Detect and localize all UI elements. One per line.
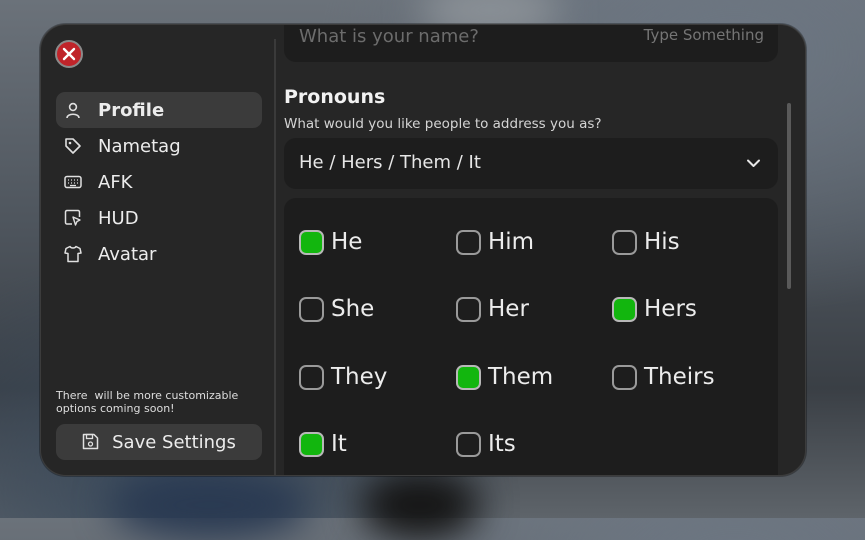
checkbox[interactable]	[456, 431, 481, 457]
pronoun-option-it[interactable]: It	[299, 431, 347, 457]
sidebar-item-nametag[interactable]: Nametag	[56, 128, 262, 164]
sidebar-item-label: Profile	[98, 99, 165, 121]
chevron-down-icon	[747, 159, 760, 167]
pronoun-option-hers[interactable]: Hers	[612, 296, 697, 322]
coming-soon-notice: There will be more customizable options …	[56, 389, 239, 415]
pronouns-subtitle: What would you like people to address yo…	[284, 116, 602, 132]
pronoun-option-label: Its	[488, 431, 516, 457]
pronouns-title: Pronouns	[284, 86, 386, 108]
content-scrollbar[interactable]	[787, 103, 791, 289]
pronoun-option-label: They	[331, 364, 388, 390]
sidebar-divider	[274, 39, 276, 475]
checkbox[interactable]	[612, 364, 637, 390]
checkbox[interactable]	[456, 364, 481, 390]
close-button[interactable]	[55, 40, 83, 68]
keyboard-icon	[64, 173, 82, 191]
sidebar-item-label: Nametag	[98, 135, 181, 157]
pronoun-option-his[interactable]: His	[612, 229, 680, 255]
sidebar-item-afk[interactable]: AFK	[56, 164, 262, 200]
pronoun-option-its[interactable]: Its	[456, 431, 516, 457]
name-row: What is your name?	[284, 25, 778, 62]
checkbox[interactable]	[299, 296, 324, 322]
sidebar-item-avatar[interactable]: Avatar	[56, 236, 262, 272]
profile-content: What is your name? Pronouns What would y…	[284, 25, 778, 475]
pronoun-options: He Him His She Her Hers They Them Theirs…	[284, 198, 778, 475]
pronoun-option-she[interactable]: She	[299, 296, 374, 322]
sidebar-item-label: HUD	[98, 207, 139, 229]
checkbox[interactable]	[456, 229, 481, 255]
pronoun-option-label: Hers	[644, 296, 697, 322]
checkbox[interactable]	[299, 229, 324, 255]
sidebar-item-hud[interactable]: HUD	[56, 200, 262, 236]
pronoun-option-label: Him	[488, 229, 535, 255]
close-icon	[62, 47, 76, 61]
sidebar-item-label: Avatar	[98, 243, 157, 265]
pronoun-option-label: Them	[488, 364, 554, 390]
cursor-window-icon	[64, 209, 82, 227]
settings-panel: Profile Nametag AFK HUD Avatar There wil…	[40, 24, 806, 476]
checkbox[interactable]	[612, 296, 637, 322]
pronoun-option-him[interactable]: Him	[456, 229, 534, 255]
pronoun-option-label: His	[644, 229, 680, 255]
pronoun-option-label: He	[331, 229, 363, 255]
pronouns-dropdown[interactable]: He / Hers / Them / It	[284, 138, 778, 189]
shirt-icon	[64, 245, 82, 263]
pronoun-option-label: She	[331, 296, 375, 322]
checkbox[interactable]	[456, 296, 481, 322]
save-icon	[82, 433, 100, 451]
name-label: What is your name?	[299, 26, 479, 47]
save-settings-button[interactable]: Save Settings	[56, 424, 262, 460]
user-icon	[64, 101, 82, 119]
tag-icon	[64, 137, 82, 155]
sidebar-nav: Profile Nametag AFK HUD Avatar	[56, 92, 262, 272]
save-button-label: Save Settings	[112, 431, 236, 453]
sidebar-item-label: AFK	[98, 171, 133, 193]
name-input[interactable]	[584, 26, 764, 44]
checkbox[interactable]	[612, 229, 637, 255]
pronoun-option-he[interactable]: He	[299, 229, 362, 255]
pronoun-option-theirs[interactable]: Theirs	[612, 364, 715, 390]
pronoun-option-label: Her	[488, 296, 529, 322]
sidebar-item-profile[interactable]: Profile	[56, 92, 262, 128]
pronoun-option-label: It	[331, 431, 347, 457]
pronoun-option-her[interactable]: Her	[456, 296, 529, 322]
pronoun-option-they[interactable]: They	[299, 364, 387, 390]
checkbox[interactable]	[299, 431, 324, 457]
checkbox[interactable]	[299, 364, 324, 390]
pronouns-selected-value: He / Hers / Them / It	[299, 152, 481, 173]
pronoun-option-them[interactable]: Them	[456, 364, 553, 390]
pronoun-option-label: Theirs	[644, 364, 715, 390]
